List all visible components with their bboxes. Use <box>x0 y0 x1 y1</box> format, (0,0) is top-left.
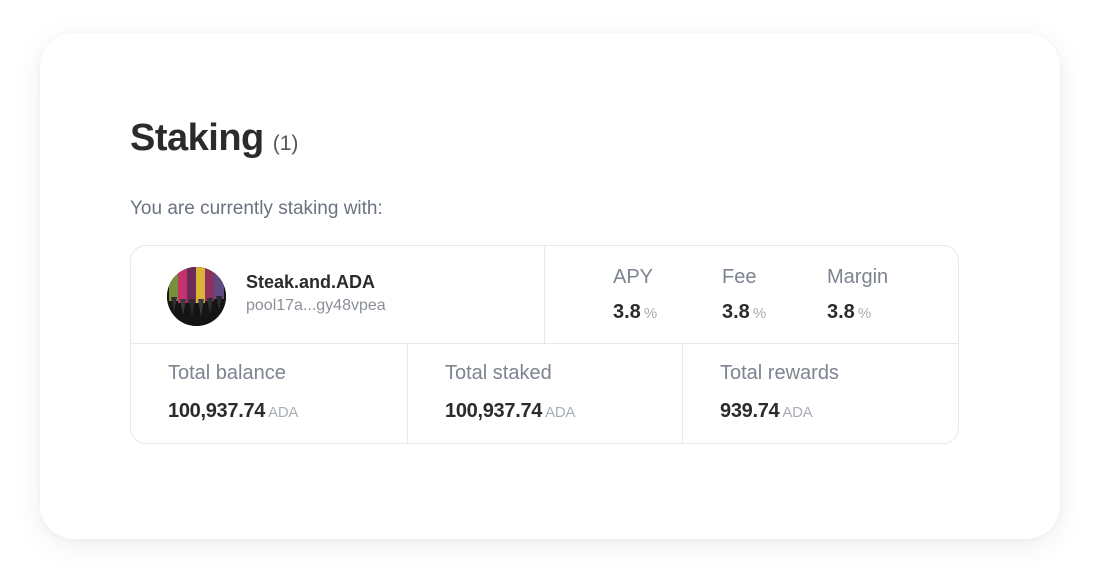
total-rewards-unit: ADA <box>782 404 813 421</box>
metric-apy-unit: % <box>643 305 658 322</box>
staking-card: Staking (1) You are currently staking wi… <box>40 33 1060 539</box>
metric-margin: Margin 3.8% <box>827 266 888 324</box>
metric-apy-value: 3.8% <box>613 301 657 324</box>
staking-header: Staking (1) <box>130 117 298 160</box>
metric-fee-label: Fee <box>722 266 757 288</box>
staking-subtitle: You are currently staking with: <box>130 198 383 219</box>
total-staked: Total staked 100,937.74 ADA <box>408 344 683 443</box>
metric-fee-unit: % <box>752 305 767 322</box>
metric-apy-label: APY <box>613 266 654 288</box>
total-staked-value: 100,937.74 ADA <box>445 400 575 423</box>
metric-margin-value: 3.8% <box>827 301 888 324</box>
staking-panel: Steak.and.ADA pool17a...gy48vpea APY 3.8… <box>130 245 959 444</box>
total-balance-number: 100,937.74 <box>168 400 266 422</box>
metric-apy-number: 3.8 <box>613 301 641 323</box>
total-rewards-value: 939.74 ADA <box>720 400 813 423</box>
pool-id: pool17a...gy48vpea <box>246 297 386 314</box>
staking-count: (1) <box>272 132 299 155</box>
pool-row: Steak.and.ADA pool17a...gy48vpea APY 3.8… <box>131 246 958 344</box>
page-title: Staking <box>130 117 264 159</box>
total-rewards-label: Total rewards <box>720 362 839 384</box>
pool-name: Steak.and.ADA <box>246 272 376 292</box>
metric-apy: APY 3.8% <box>613 266 657 324</box>
total-rewards-number: 939.74 <box>720 400 780 422</box>
totals-row: Total balance 100,937.74 ADA Total staked… <box>131 344 958 443</box>
metric-margin-label: Margin <box>827 266 889 288</box>
total-staked-number: 100,937.74 <box>445 400 543 422</box>
metric-fee-number: 3.8 <box>722 301 750 323</box>
total-balance-unit: ADA <box>268 404 299 421</box>
pool-info[interactable]: Steak.and.ADA pool17a...gy48vpea <box>131 246 545 344</box>
total-staked-label: Total staked <box>445 362 552 384</box>
metric-fee: Fee 3.8% <box>722 266 766 324</box>
total-rewards: Total rewards 939.74 ADA <box>683 344 958 443</box>
total-balance: Total balance 100,937.74 ADA <box>131 344 408 443</box>
total-balance-value: 100,937.74 ADA <box>168 400 298 423</box>
metric-margin-unit: % <box>857 305 872 322</box>
metric-fee-value: 3.8% <box>722 301 766 324</box>
total-staked-unit: ADA <box>545 404 576 421</box>
metric-margin-number: 3.8 <box>827 301 855 323</box>
total-balance-label: Total balance <box>168 362 286 384</box>
pool-logo-icon <box>167 267 226 326</box>
